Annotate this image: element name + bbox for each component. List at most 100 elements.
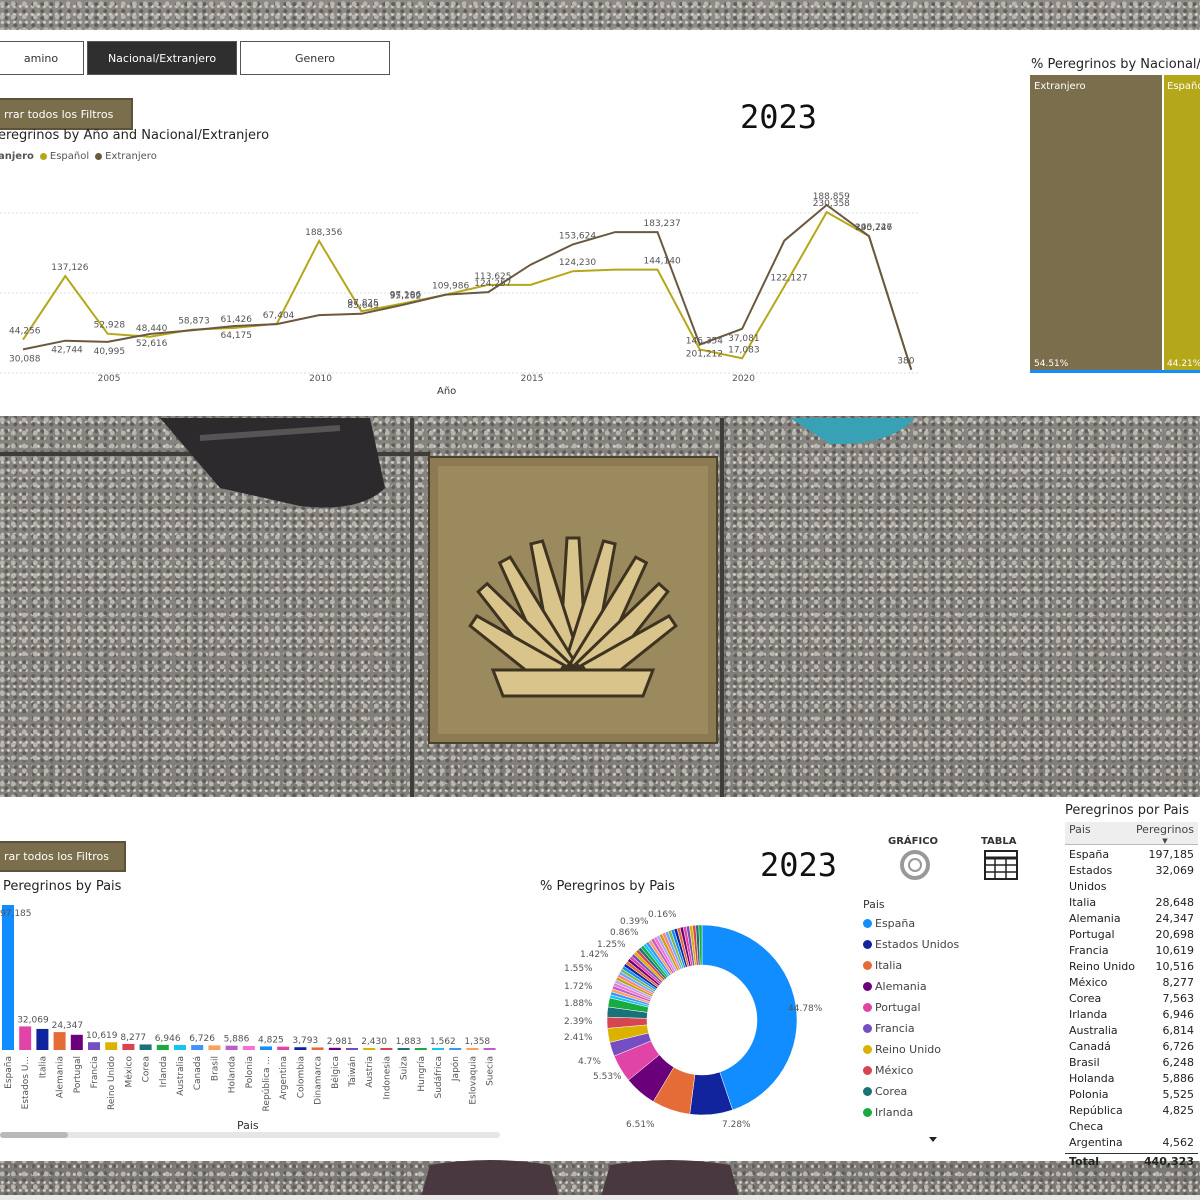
treemap-tile-extranjero [1030, 75, 1162, 370]
treemap-tile-espanol [1164, 75, 1200, 370]
legend-label: Francia [875, 1022, 915, 1035]
bar-chart: 97,185 España 32,069 Estados U... Italia 24,3… [0, 905, 496, 1132]
legend-item[interactable]: Alemania [863, 976, 959, 997]
tab-camino[interactable]: amino [0, 41, 84, 75]
year-display: 2023 [740, 98, 818, 136]
bar [380, 1048, 393, 1050]
bar [242, 1045, 255, 1050]
data-label: 30,088 [9, 354, 41, 364]
selection-bar [1030, 370, 1200, 373]
x-tick-label: Indonesia [382, 1056, 392, 1100]
data-label: 48,440 [136, 324, 168, 334]
stone-joint [410, 418, 414, 798]
x-tick-label: Reino Unido [107, 1056, 117, 1110]
bar [156, 1044, 169, 1050]
legend-item[interactable]: Francia [863, 1018, 959, 1039]
column-header-peregrinos[interactable]: Peregrinos ▼ [1135, 822, 1194, 845]
donut-label: 44.78% [788, 1004, 823, 1014]
table-cell-pais: Australia [1069, 1024, 1118, 1037]
table-cell-peregrinos: 4,825 [1162, 1104, 1195, 1117]
table-cell-peregrinos: 8,277 [1162, 976, 1195, 989]
tabla-label[interactable]: TABLA [981, 836, 1017, 847]
table-row[interactable]: República Checa 4,825 [1069, 1103, 1194, 1135]
bar-data-label: 6,946 [155, 1034, 181, 1044]
legend-dot [39, 152, 47, 160]
donut-chart-icon[interactable] [898, 848, 932, 882]
clear-filters-button[interactable]: rrar todos los Filtros [0, 98, 133, 130]
legend-label: Estados Unidos [875, 938, 960, 951]
x-tick-label: Suecia [486, 1056, 496, 1086]
table-row[interactable]: Reino Unido 10,516 [1069, 959, 1194, 975]
x-tick-label: República ... [262, 1056, 272, 1111]
table-title: Peregrinos por Pais [1065, 803, 1190, 818]
grafico-label[interactable]: GRÁFICO [888, 836, 938, 847]
x-tick-label: Brasil [210, 1056, 220, 1081]
data-label: 201,212 [686, 350, 723, 360]
legend-item[interactable]: Estados Unidos [863, 934, 959, 955]
legend-item[interactable]: Portugal [863, 997, 959, 1018]
legend-item[interactable]: España [863, 913, 959, 934]
table-row[interactable]: Italia 28,648 [1069, 895, 1194, 911]
table-row[interactable]: Canadá 6,726 [1069, 1039, 1194, 1055]
legend-item[interactable]: Italia [863, 955, 959, 976]
bar [397, 1048, 410, 1050]
bar-data-label: 10,619 [86, 1031, 118, 1041]
bar-data-label: 2,430 [361, 1037, 387, 1047]
legend-item[interactable]: Reino Unido [863, 1039, 959, 1060]
table-cell-peregrinos: 7,563 [1162, 992, 1195, 1005]
sort-desc-icon: ▼ [1162, 837, 1168, 845]
x-tick-label: Holanda [228, 1056, 238, 1093]
tab-genero[interactable]: Genero [240, 41, 390, 75]
table-row[interactable]: Brasil 6,248 [1069, 1055, 1194, 1071]
scrollbar-thumb[interactable] [0, 1132, 68, 1138]
bar [36, 1028, 49, 1050]
table-cell-pais: Corea [1069, 992, 1102, 1005]
table-row[interactable]: España 197,185 [1069, 847, 1194, 863]
tab-nacional-extranjero[interactable]: Nacional/Extranjero [87, 41, 237, 75]
treemap-label: Españo [1167, 81, 1200, 92]
table-row[interactable]: Holanda 5,886 [1069, 1071, 1194, 1087]
column-header-pais[interactable]: Pais [1069, 822, 1091, 844]
legend-dot [95, 152, 103, 160]
treemap-chart: Extranjero Españo 54.51% 44.21% [1030, 75, 1200, 373]
table-row[interactable]: Francia 10,619 [1069, 943, 1194, 959]
table-cell-peregrinos: 10,619 [1155, 944, 1195, 957]
bar [70, 1034, 83, 1050]
data-label: 67,404 [263, 311, 295, 321]
horizontal-scrollbar[interactable] [0, 1132, 500, 1138]
table-row[interactable]: Argentina 4,562 [1069, 1135, 1194, 1151]
table-row[interactable]: Portugal 20,698 [1069, 927, 1194, 943]
column-header-label: Peregrinos [1135, 823, 1194, 836]
table-row[interactable]: Corea 7,563 [1069, 991, 1194, 1007]
x-tick-label: Francia [90, 1056, 100, 1088]
table-row[interactable]: México 8,277 [1069, 975, 1194, 991]
x-tick-label: Sudáfrica [434, 1056, 444, 1098]
x-tick-label: Colombia [296, 1056, 306, 1098]
donut-label: 0.16% [648, 910, 677, 920]
legend-item[interactable]: Irlanda [863, 1102, 959, 1123]
legend-item[interactable]: México [863, 1060, 959, 1081]
bar [414, 1048, 427, 1050]
legend-item[interactable]: Corea [863, 1081, 959, 1102]
x-tick-label: Estados U... [21, 1056, 31, 1109]
table-row[interactable]: Australia 6,814 [1069, 1023, 1194, 1039]
treemap-label: Extranjero [1034, 81, 1086, 92]
table-cell-peregrinos: 6,946 [1162, 1008, 1195, 1021]
bar [19, 1026, 32, 1050]
legend-swatch [863, 940, 872, 949]
bar [483, 1048, 496, 1050]
table-icon[interactable] [984, 850, 1018, 880]
clear-filters-button-bottom[interactable]: rar todos los Filtros [0, 841, 126, 872]
table-cell-pais: Italia [1069, 896, 1097, 909]
table-row[interactable]: Polonia 5,525 [1069, 1087, 1194, 1103]
table-row[interactable]: Alemania 24,347 [1069, 911, 1194, 927]
donut-label: 1.25% [597, 940, 626, 950]
legend-scroll-down-icon[interactable] [929, 1137, 937, 1142]
bar [122, 1043, 135, 1050]
table-row[interactable]: Irlanda 6,946 [1069, 1007, 1194, 1023]
legend-label: España [875, 917, 916, 930]
table-row[interactable]: Estados Unidos 32,069 [1069, 863, 1194, 895]
x-tick-label: Corea [142, 1056, 152, 1082]
table-cell-pais: República Checa [1069, 1104, 1123, 1133]
bar-data-label: 1,883 [396, 1037, 422, 1047]
